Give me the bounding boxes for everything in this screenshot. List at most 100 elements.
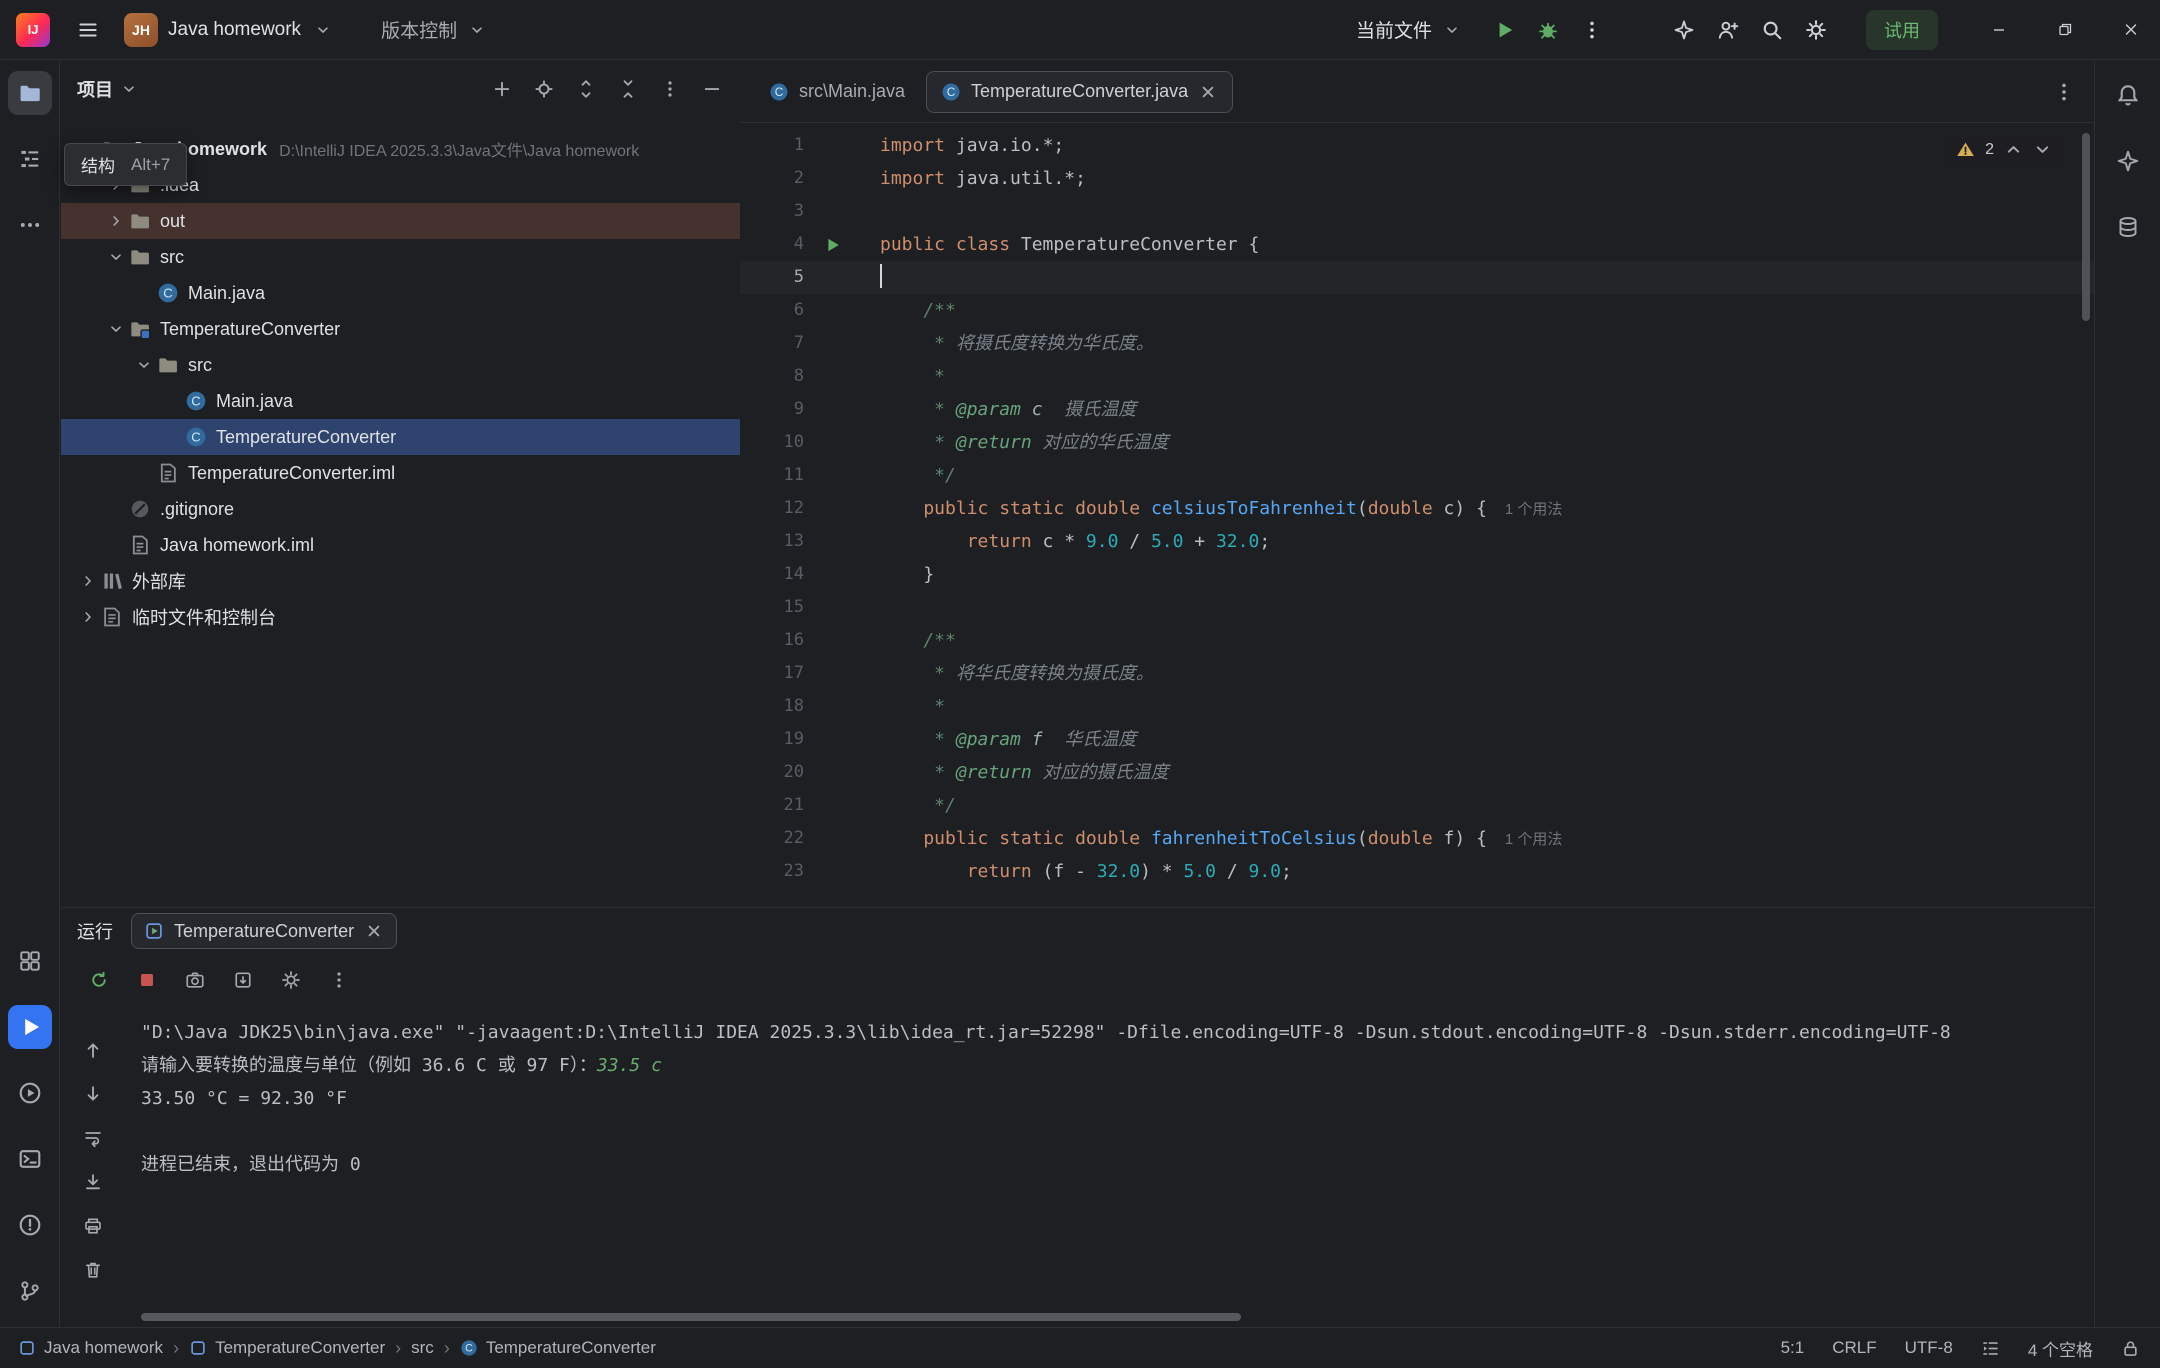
- breadcrumb-item-src[interactable]: src: [411, 1338, 434, 1358]
- collapse-all-button[interactable]: [612, 73, 644, 105]
- chevron-right-icon[interactable]: [75, 570, 101, 592]
- tree-item-temperatureconverter[interactable]: TemperatureConverter: [61, 311, 740, 347]
- editor-tab-src-main-java[interactable]: Csrc\Main.java: [754, 71, 920, 113]
- code-line-11[interactable]: 11 */: [740, 459, 2094, 492]
- rerun-button[interactable]: [83, 964, 115, 996]
- hide-button[interactable]: [696, 73, 728, 105]
- chevron-right-icon[interactable]: [103, 210, 129, 232]
- code-line-6[interactable]: 6 /**: [740, 294, 2094, 327]
- next-problem-icon[interactable]: [2033, 140, 2052, 159]
- run-tool-button[interactable]: [8, 1005, 52, 1049]
- maximize-button[interactable]: [2036, 0, 2094, 59]
- tree-item-temperatureconverter-iml[interactable]: TemperatureConverter.iml: [61, 455, 740, 491]
- search-everywhere-icon[interactable]: [1754, 12, 1790, 48]
- tree-item-gitignore[interactable]: .gitignore: [61, 491, 740, 527]
- notifications-icon[interactable]: [2106, 73, 2150, 117]
- breadcrumb-item-temperatureconverter[interactable]: CTemperatureConverter: [460, 1338, 656, 1358]
- code-line-3[interactable]: 3: [740, 195, 2094, 228]
- more-button[interactable]: [323, 964, 355, 996]
- tree-item-src[interactable]: src: [61, 347, 740, 383]
- problems-tool-button[interactable]: [8, 1203, 52, 1247]
- code-line-9[interactable]: 9 * @param c 摄氏温度: [740, 393, 2094, 426]
- expand-all-button[interactable]: [570, 73, 602, 105]
- code-line-4[interactable]: 4public class TemperatureConverter {: [740, 228, 2094, 261]
- terminal-tool-button[interactable]: [8, 1137, 52, 1181]
- tree-item-temperatureconverter[interactable]: CTemperatureConverter: [61, 419, 740, 455]
- tree-item-item[interactable]: 外部库: [61, 563, 740, 599]
- minimize-button[interactable]: [1970, 0, 2028, 59]
- close-tab-icon[interactable]: [364, 921, 384, 941]
- next-occurrence-button[interactable]: [77, 1078, 109, 1110]
- stop-button[interactable]: [131, 964, 163, 996]
- close-button[interactable]: [2102, 0, 2160, 59]
- file-encoding[interactable]: UTF-8: [1905, 1338, 1953, 1358]
- export-button[interactable]: [227, 964, 259, 996]
- vcs-widget[interactable]: 版本控制: [373, 12, 497, 47]
- version-control-tool-button[interactable]: [8, 1269, 52, 1313]
- chevron-down-icon[interactable]: [103, 318, 129, 340]
- project-tool-button[interactable]: [8, 71, 52, 115]
- more-run-actions-icon[interactable]: [1574, 12, 1610, 48]
- run-tab[interactable]: TemperatureConverter: [131, 913, 397, 949]
- code-line-7[interactable]: 7 * 将摄氏度转换为华氏度。: [740, 327, 2094, 360]
- code-line-8[interactable]: 8 *: [740, 360, 2094, 393]
- chevron-down-icon[interactable]: [131, 354, 157, 376]
- soft-wrap-button[interactable]: [77, 1122, 109, 1154]
- tree-item-item[interactable]: 临时文件和控制台: [61, 599, 740, 635]
- code-area[interactable]: 1import java.io.*;2import java.util.*;34…: [740, 123, 2094, 888]
- code-line-21[interactable]: 21 */: [740, 789, 2094, 822]
- inspections-widget[interactable]: 2: [1948, 137, 2060, 162]
- code-line-14[interactable]: 14 }: [740, 558, 2094, 591]
- caret-position[interactable]: 5:1: [1781, 1338, 1805, 1358]
- run-line-icon[interactable]: [804, 228, 860, 261]
- code-line-5[interactable]: 5: [740, 261, 2094, 294]
- prev-occurrence-button[interactable]: [77, 1034, 109, 1066]
- settings-icon[interactable]: [1798, 12, 1834, 48]
- project-panel-title[interactable]: 项目: [77, 76, 113, 102]
- code-line-1[interactable]: 1import java.io.*;: [740, 129, 2094, 162]
- more-button[interactable]: [654, 73, 686, 105]
- tree-item-main-java[interactable]: CMain.java: [61, 275, 740, 311]
- print-button[interactable]: [77, 1210, 109, 1242]
- code-line-16[interactable]: 16 /**: [740, 624, 2094, 657]
- lock-icon[interactable]: [2121, 1339, 2140, 1358]
- project-widget[interactable]: JH Java homework: [116, 9, 343, 51]
- code-line-17[interactable]: 17 * 将华氏度转换为摄氏度。: [740, 657, 2094, 690]
- ai-assistant-icon[interactable]: [2106, 139, 2150, 183]
- code-line-22[interactable]: 22 public static double fahrenheitToCels…: [740, 822, 2094, 855]
- chevron-right-icon[interactable]: [75, 606, 101, 628]
- breadcrumb-item-temperatureconverter[interactable]: TemperatureConverter: [189, 1338, 385, 1358]
- code-with-me-icon[interactable]: [1710, 12, 1746, 48]
- code-line-20[interactable]: 20 * @return 对应的摄氏温度: [740, 756, 2094, 789]
- tree-item-out[interactable]: out: [61, 203, 740, 239]
- profiler-tool-button[interactable]: [8, 1071, 52, 1115]
- tree-item-main-java[interactable]: CMain.java: [61, 383, 740, 419]
- console-scrollbar[interactable]: [141, 1313, 1241, 1321]
- services-tool-button[interactable]: [8, 939, 52, 983]
- tree-item-java-homework-iml[interactable]: Java homework.iml: [61, 527, 740, 563]
- code-line-15[interactable]: 15: [740, 591, 2094, 624]
- thread-dump-button[interactable]: [179, 964, 211, 996]
- code-line-19[interactable]: 19 * @param f 华氏温度: [740, 723, 2094, 756]
- code-line-23[interactable]: 23 return (f - 32.0) * 5.0 / 9.0;: [740, 855, 2094, 888]
- editor-scrollbar[interactable]: [2082, 133, 2090, 321]
- run-button[interactable]: [1486, 12, 1522, 48]
- trial-badge[interactable]: 试用: [1866, 10, 1938, 50]
- scroll-to-end-button[interactable]: [77, 1166, 109, 1198]
- indent-style[interactable]: 4 个空格: [2028, 1336, 2093, 1361]
- ai-assistant-icon[interactable]: [1666, 12, 1702, 48]
- database-icon[interactable]: [2106, 205, 2150, 249]
- run-configuration-widget[interactable]: 当前文件: [1356, 16, 1464, 43]
- breadcrumb-item-java-homework[interactable]: Java homework: [18, 1338, 163, 1358]
- app-logo-icon[interactable]: IJ: [16, 13, 50, 47]
- code-line-2[interactable]: 2import java.util.*;: [740, 162, 2094, 195]
- prev-problem-icon[interactable]: [2004, 140, 2023, 159]
- code-line-12[interactable]: 12 public static double celsiusToFahrenh…: [740, 492, 2094, 525]
- editor-tab-temperatureconverter-java[interactable]: CTemperatureConverter.java: [926, 71, 1233, 113]
- locate-button[interactable]: [528, 73, 560, 105]
- code-line-13[interactable]: 13 return c * 9.0 / 5.0 + 32.0;: [740, 525, 2094, 558]
- tab-options-icon[interactable]: [2046, 74, 2082, 110]
- line-separator[interactable]: CRLF: [1832, 1338, 1876, 1358]
- structure-tool-button[interactable]: [8, 137, 52, 181]
- tree-item-src[interactable]: src: [61, 239, 740, 275]
